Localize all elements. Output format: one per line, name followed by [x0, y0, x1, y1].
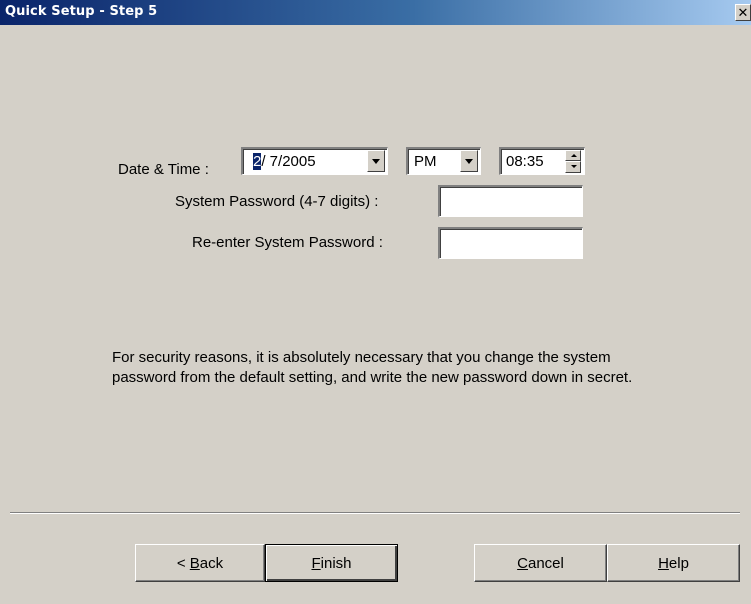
window-title: Quick Setup - Step 5	[5, 4, 158, 19]
date-rest-segment[interactable]: / 7/2005	[261, 153, 315, 170]
ampm-select[interactable]: PM	[406, 147, 481, 175]
system-password-label: System Password (4-7 digits) :	[175, 193, 379, 210]
button-separator	[10, 512, 740, 514]
date-picker[interactable]: 2/ 7/2005	[241, 147, 388, 175]
title-bar: Quick Setup - Step 5 ✕	[0, 0, 751, 25]
chevron-down-icon	[372, 159, 380, 164]
system-password-field[interactable]	[438, 185, 583, 217]
date-time-label: Date & Time :	[118, 161, 209, 178]
cancel-button[interactable]: Cancel	[474, 544, 607, 582]
ampm-dropdown-button[interactable]	[460, 150, 478, 172]
spin-down-icon	[571, 165, 577, 168]
time-spin-down-button[interactable]	[565, 161, 581, 173]
close-button[interactable]: ✕	[735, 4, 751, 21]
reenter-password-field[interactable]	[438, 227, 583, 259]
spin-up-icon	[571, 154, 577, 157]
time-value[interactable]: 08:35	[506, 153, 544, 170]
reenter-password-label: Re-enter System Password :	[192, 234, 383, 251]
ampm-value: PM	[414, 153, 437, 170]
chevron-down-icon	[465, 159, 473, 164]
date-dropdown-button[interactable]	[367, 150, 385, 172]
back-button[interactable]: < Back	[135, 544, 265, 582]
finish-button[interactable]: Finish	[265, 544, 398, 582]
time-spinner[interactable]: 08:35	[499, 147, 585, 175]
help-button[interactable]: Help	[607, 544, 740, 582]
close-icon: ✕	[737, 5, 749, 20]
security-message: For security reasons, it is absolutely n…	[112, 349, 633, 386]
time-spin-up-button[interactable]	[565, 150, 581, 161]
